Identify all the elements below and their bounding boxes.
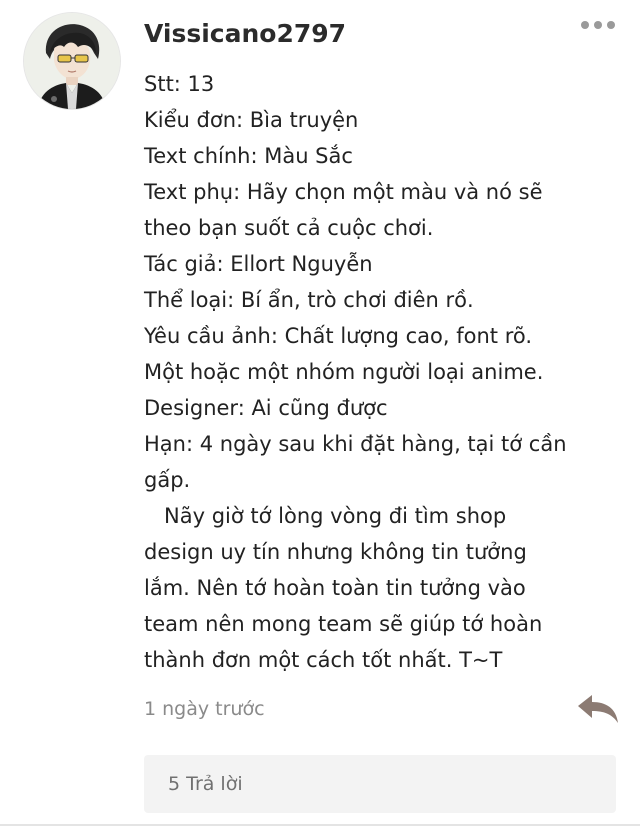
comment-line: Text phụ: Hãy chọn một màu và nó sẽ	[144, 180, 543, 204]
comment-line: Designer: Ai cũng được	[144, 396, 388, 420]
more-dot	[594, 21, 602, 29]
username[interactable]: Vissicano2797	[144, 14, 346, 54]
reply-arrow-icon[interactable]	[574, 692, 622, 726]
comment-line: theo bạn suốt cả cuộc chơi.	[144, 216, 434, 240]
comment-line: Hạn: 4 ngày sau khi đặt hàng, tại tớ cần	[144, 432, 567, 456]
comment-line: Nãy giờ tớ lòng vòng đi tìm shop	[144, 504, 507, 528]
replies-count-label: 5 Trả lời	[168, 773, 243, 795]
comment-line: Yêu cầu ảnh: Chất lượng cao, font rõ.	[144, 324, 533, 348]
comment-line: Kiểu đơn: Bìa truyện	[144, 108, 359, 132]
comment-timestamp: 1 ngày trước	[144, 698, 265, 720]
more-dot	[581, 21, 589, 29]
comment-line: gấp.	[144, 468, 191, 492]
comment-line: Text chính: Màu Sắc	[144, 144, 353, 168]
comment-line: lắm. Nên tớ hoàn toàn tin tưởng vào	[144, 576, 526, 600]
comment-line: design uy tín nhưng không tin tưởng	[144, 540, 527, 564]
comment-body: Stt: 13 Kiểu đơn: Bìa truyện Text chính:…	[144, 66, 614, 678]
view-replies-button[interactable]: 5 Trả lời	[144, 755, 616, 813]
more-options-icon[interactable]	[576, 14, 620, 36]
comment-line: Một hoặc một nhóm người loại anime.	[144, 360, 544, 384]
comment-line: thành đơn một cách tốt nhất. T~T	[144, 648, 503, 672]
more-dot	[607, 21, 615, 29]
comment-line: team nên mong team sẽ giúp tớ hoàn	[144, 612, 543, 636]
user-avatar-anime-boy-icon[interactable]	[24, 13, 120, 109]
comment-line: Tác giả: Ellort Nguyễn	[144, 252, 373, 276]
comment-line: Thể loại: Bí ẩn, trò chơi điên rồ.	[144, 288, 474, 312]
comment-line: Stt: 13	[144, 72, 215, 96]
